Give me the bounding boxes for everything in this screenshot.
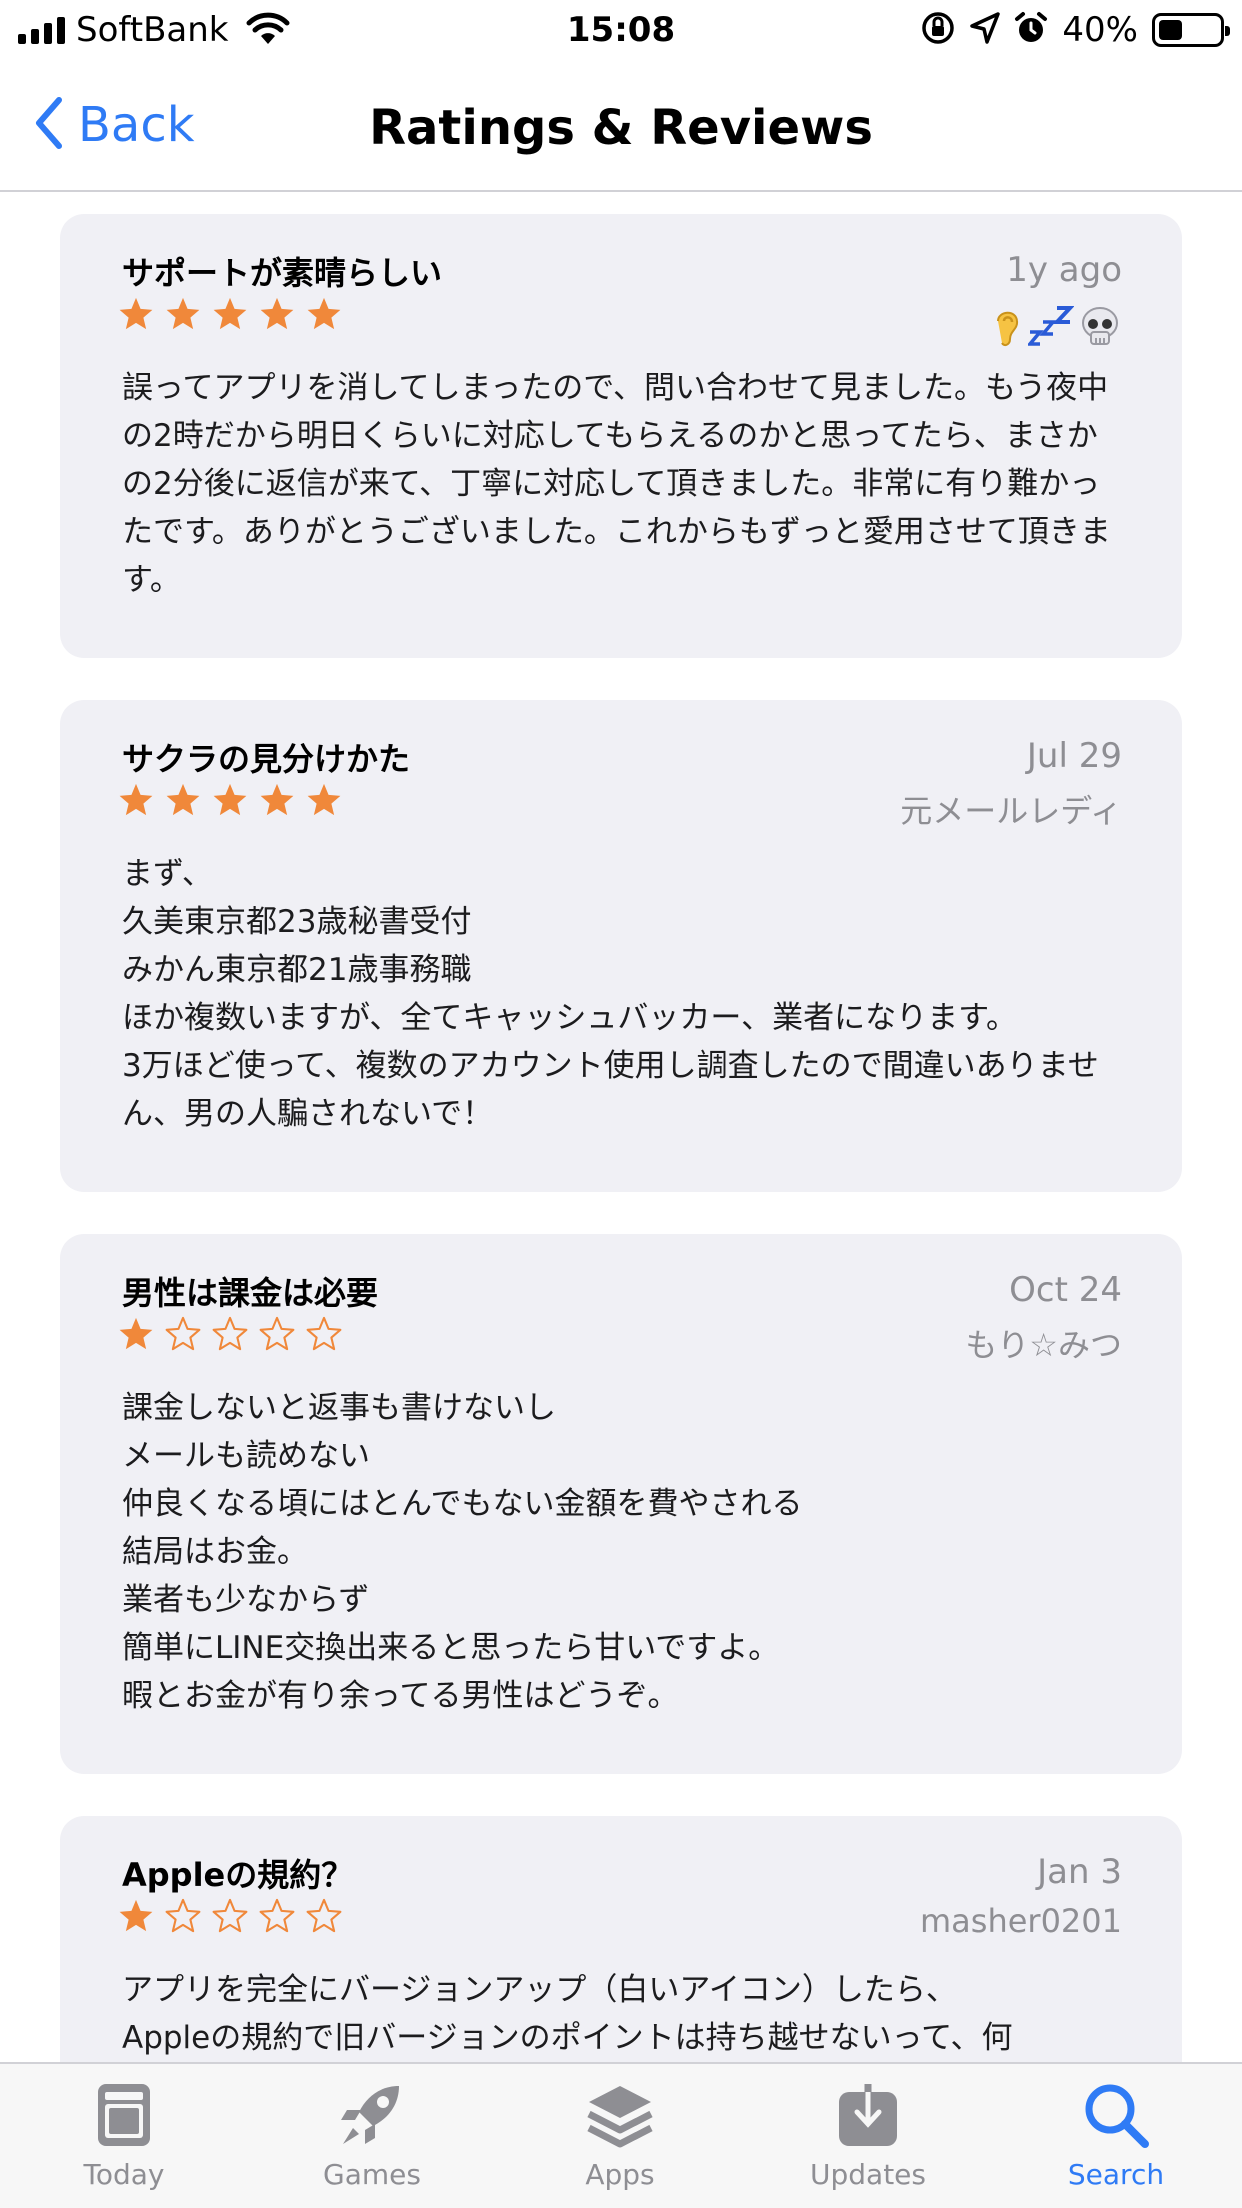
star-filled-icon [119,1317,153,1350]
star-filled-icon [119,1899,153,1932]
tab-label: Updates [810,2158,926,2191]
review-card[interactable]: サポートが素晴らしい 1y ago 誤ってアプリを消してしまったので、問い合わせ… [60,214,1182,658]
star-empty-icon [306,1316,342,1351]
star-empty-icon [165,1316,201,1351]
status-bar: SoftBank 15:08 40% [0,0,1242,60]
review-title: サポートが素晴らしい [122,254,443,292]
review-card[interactable]: サクラの見分けかた Jul 29 元メールレディ まず、 久美東京都23歳秘書受… [60,700,1182,1192]
tab-label: Today [83,2158,165,2191]
review-author: もり☆みつ [965,1326,1122,1364]
review-date: Jan 3 [1037,1852,1122,1892]
rocket-icon [262,2082,482,2148]
star-filled-icon [119,297,153,330]
star-filled-icon [119,783,153,816]
status-right: 40% [920,10,1230,50]
review-card[interactable]: 男性は課金は必要 Oct 24 もり☆みつ 課金しないと返事も書けないし メール… [60,1234,1182,1774]
star-filled-icon [260,783,294,816]
review-title: 男性は課金は必要 [122,1274,379,1312]
tab-apps[interactable]: Apps [510,2082,730,2191]
layers-icon [510,2082,730,2148]
tab-search[interactable]: Search [1006,2082,1226,2191]
star-rating [118,296,342,332]
review-author: masher0201 [919,1902,1122,1940]
rotation-lock-icon [920,10,956,50]
star-empty-icon [212,1898,248,1933]
tab-bar: Today Games Apps Updates Search [0,2062,1242,2208]
star-empty-icon [165,1898,201,1933]
today-icon [14,2082,234,2148]
location-arrow-icon [970,12,1001,48]
review-author: 元メールレディ [900,792,1122,830]
tab-label: Games [323,2158,421,2191]
zzz-icon [1026,304,1075,354]
ear-icon [992,305,1022,353]
review-title: Appleの規約？ [122,1856,354,1894]
star-filled-icon [307,297,341,330]
review-body: まず、 久美東京都23歳秘書受付 みかん東京都21歳事務職 ほか複数いますが、全… [122,856,1099,1132]
navigation-bar: Back Ratings & Reviews [0,60,1242,192]
star-empty-icon [259,1316,295,1351]
review-date: Jul 29 [1026,736,1122,776]
page-title: Ratings & Reviews [369,100,873,156]
review-body: アプリを完全にバージョンアップ（白いアイコン）したら、 Appleの規約で旧バー… [122,1972,1013,2056]
skull-icon [1080,306,1120,352]
battery-percent: 40% [1062,10,1138,50]
star-filled-icon [307,783,341,816]
star-filled-icon [166,297,200,330]
tab-games[interactable]: Games [262,2082,482,2191]
star-rating [118,782,342,818]
star-filled-icon [260,297,294,330]
star-empty-icon [306,1898,342,1933]
tab-label: Search [1067,2158,1165,2191]
tab-label: Apps [585,2158,655,2191]
star-filled-icon [213,297,247,330]
battery-icon [1152,13,1230,47]
star-filled-icon [213,783,247,816]
search-icon [1006,2082,1226,2148]
alarm-icon [1014,11,1048,49]
review-date: Oct 24 [1009,1270,1122,1310]
review-title: サクラの見分けかた [122,740,411,778]
tab-today[interactable]: Today [14,2082,234,2191]
author-emoji-name [992,304,1120,354]
review-date: 1y ago [1006,250,1122,290]
star-empty-icon [212,1316,248,1351]
star-rating [118,1898,342,1934]
star-filled-icon [166,783,200,816]
star-empty-icon [259,1898,295,1933]
download-icon [758,2082,978,2148]
review-body: 課金しないと返事も書けないし メールも読めない 仲良くなる頃にはとんでもない金額… [122,1390,803,1714]
star-rating [118,1316,342,1352]
tab-updates[interactable]: Updates [758,2082,978,2191]
review-body: 誤ってアプリを消してしまったので、問い合わせて見ました。もう夜中の2時だから明日… [122,370,1111,598]
